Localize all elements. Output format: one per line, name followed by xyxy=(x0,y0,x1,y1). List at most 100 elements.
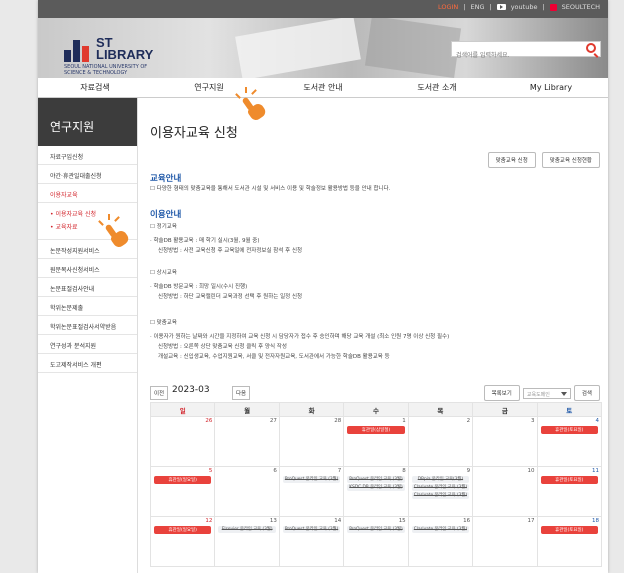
calendar-day-cell[interactable]: 26 xyxy=(149,416,216,467)
nav-my-library[interactable]: My Library xyxy=(494,78,608,97)
calendar-prev-button[interactable]: 이전 xyxy=(150,386,169,400)
sidebar-item-production-service[interactable]: 도고제작서비스 개편 xyxy=(38,354,137,373)
nav-library-about[interactable]: 도서관 소개 xyxy=(380,78,494,97)
calendar-day-cell[interactable]: 6 xyxy=(214,466,280,517)
sidebar-item-copy-service[interactable]: 원문복사신청서비스 xyxy=(38,259,137,278)
education-event[interactable]: Clarivate 온라인 교육 (3월) xyxy=(411,526,470,533)
search-input[interactable] xyxy=(452,48,580,63)
calendar-day-number: 5 xyxy=(208,468,213,474)
education-event[interactable]: KSDC DB 온라인 교육 (3월) xyxy=(347,484,405,491)
custom-education-apply-button[interactable]: 맞춤교육 신청 xyxy=(487,152,536,168)
calendar-day-number: 10 xyxy=(527,468,535,474)
education-domain-select[interactable]: 교육도메인 xyxy=(522,387,571,399)
education-event[interactable]: Clarivate 온라인 교육 (3월) xyxy=(411,484,470,491)
youtube-icon[interactable] xyxy=(496,4,506,10)
calendar-day-cell[interactable]: 13 Elsevier 온라인 교육 (3월) xyxy=(214,516,280,567)
youtube-link[interactable]: youtube xyxy=(511,3,538,11)
holiday-badge: 휴관일(토요일) xyxy=(540,476,598,484)
pointer-hand-icon-2 xyxy=(98,214,132,250)
regular-education-line1: · 학술DB 활용교육 : 매 학기 실시(3월, 9월 중) xyxy=(150,238,260,244)
education-event[interactable]: DBpia 온라인 교육(3월) xyxy=(411,476,470,483)
search-icon[interactable] xyxy=(586,43,596,53)
education-event[interactable]: ProQuest 온라인 교육 (3월) xyxy=(347,476,405,483)
sidebar-title: 연구지원 xyxy=(38,98,137,146)
top-utility-bar: LOGIN | ENG | youtube | SEOULTECH xyxy=(38,0,608,18)
sidebar-item-thesis-submit[interactable]: 학위논문제출 xyxy=(38,297,137,316)
calendar-day-cell[interactable]: 7 ProQuest 온라인 교육 (3월) xyxy=(278,466,345,517)
sidebar-item-purchase-request[interactable]: 자료구입신청 xyxy=(38,146,137,165)
calendar-day-cell[interactable]: 9 DBpia 온라인 교육(3월) Clarivate 온라인 교육 (3월) Cl… xyxy=(407,466,474,517)
sidebar-item-user-education[interactable]: 이용자교육 xyxy=(38,184,137,203)
calendar-day-number: 26 xyxy=(205,418,213,424)
calendar-day-cell[interactable]: 3 xyxy=(472,416,538,467)
holiday-badge: 휴관일(일요일) xyxy=(154,476,212,484)
ongoing-education-line1: · 학술DB 방문교육 : 희망 일시(수시 진행) xyxy=(150,284,248,290)
calendar-day-cell[interactable]: 1 휴관일(삼일절) xyxy=(343,416,409,467)
education-event[interactable]: ProQuest 온라인 교육 (3월) xyxy=(347,526,405,533)
eng-link[interactable]: ENG xyxy=(470,3,484,11)
calendar-weekdays: 일 월 화 수 목 금 토 xyxy=(149,402,603,417)
education-event[interactable]: ProQuest 온라인 교육 (3월) xyxy=(282,526,341,533)
calendar-day-cell[interactable]: 18 휴관일(토요일) xyxy=(536,516,603,567)
calendar-day-cell[interactable]: 10 xyxy=(472,466,538,517)
main-nav: 자료검색 연구지원 도서관 안내 도서관 소개 My Library xyxy=(38,78,608,98)
calendar-day-cell[interactable]: 17 xyxy=(472,516,538,567)
list-view-button[interactable]: 목록보기 xyxy=(483,385,520,401)
calendar-day-number: 15 xyxy=(398,518,406,524)
calendar-day-cell[interactable]: 11 휴관일(토요일) xyxy=(536,466,603,517)
calendar-week: 5 휴관일(일요일) 6 7 ProQuest 온라인 교육 (3월) 8 ProQuest… xyxy=(149,466,603,517)
calendar-month: 2023-03 xyxy=(172,385,210,395)
sidebar-item-night-loan[interactable]: 야간·휴관일대출신청 xyxy=(38,165,137,184)
banner-photo-laptop xyxy=(364,18,462,78)
custom-education-heading: ☐ 맞춤교육 xyxy=(150,320,177,326)
nav-library-guide[interactable]: 도서관 안내 xyxy=(266,78,380,97)
browser-page: LOGIN | ENG | youtube | SEOULTECH ST LIB… xyxy=(38,0,608,573)
calendar-day-number: 4 xyxy=(595,418,600,424)
calendar-day-cell[interactable]: 27 xyxy=(214,416,280,467)
action-buttons: 맞춤교육 신청 맞춤교육 신청현황 xyxy=(487,152,600,168)
header-banner: ST LIBRARY SEOUL NATIONAL UNIVERSITY OF … xyxy=(38,18,608,78)
regular-education-line2: 신청방법 : 사전 교육신청 후 교육일에 전자정보실 참석 후 신청 xyxy=(158,248,303,254)
seoultech-icon xyxy=(549,3,557,11)
calendar-day-cell[interactable]: 8 ProQuest 온라인 교육 (3월) KSDC DB 온라인 교육 (3월) xyxy=(343,466,409,517)
sidebar-item-plagiarism-guide[interactable]: 논문표절검사안내 xyxy=(38,278,137,297)
calendar-day-number: 14 xyxy=(334,518,342,524)
sidebar-item-research-analysis[interactable]: 연구성과 분석지원 xyxy=(38,335,137,354)
calendar-header: 이전 2023-03 다음 목록보기 교육도메인 검색 xyxy=(150,385,602,401)
weekday-mon: 월 xyxy=(214,402,280,417)
weekday-sun: 일 xyxy=(149,402,216,417)
education-event[interactable]: Clarivate 온라인 교육 (3월) xyxy=(411,492,470,499)
calendar-day-number: 17 xyxy=(527,518,535,524)
calendar-day-number: 9 xyxy=(466,468,471,474)
calendar-day-cell[interactable]: 12 휴관일(일요일) xyxy=(149,516,216,567)
calendar-next-button[interactable]: 다음 xyxy=(232,386,251,400)
sidebar-item-plagiarism-pledge[interactable]: 학위논문표절검사서약받음 xyxy=(38,316,137,335)
nav-search[interactable]: 자료검색 xyxy=(38,78,152,97)
seoultech-link[interactable]: SEOULTECH xyxy=(562,3,600,11)
calendar-body: 26 27 28 1 휴관일(삼일절) 2 3 4 휴관일(토요일) 5 휴관일(일요일) 6 7 Pro… xyxy=(149,416,603,567)
calendar-day-cell[interactable]: 4 휴관일(토요일) xyxy=(536,416,603,467)
education-event[interactable]: ProQuest 온라인 교육 (3월) xyxy=(282,476,341,483)
custom-education-line3: 개설교육 : 신입생교육, 수업지원교육, 서클 및 전자자원교육, 도서관에서… xyxy=(158,354,390,360)
calendar-day-number: 16 xyxy=(463,518,471,524)
calendar-day-cell[interactable]: 5 휴관일(일요일) xyxy=(149,466,216,517)
custom-education-status-button[interactable]: 맞춤교육 신청현황 xyxy=(541,152,600,168)
login-link[interactable]: LOGIN xyxy=(438,3,458,11)
education-event[interactable]: Elsevier 온라인 교육 (3월) xyxy=(218,526,276,533)
calendar-day-cell[interactable]: 2 xyxy=(407,416,474,467)
calendar-day-cell[interactable]: 15 ProQuest 온라인 교육 (3월) xyxy=(343,516,409,567)
ongoing-education-line2: 신청방법 : 하단 교육캘린더 교육과정 선택 후 원하는 일정 신청 xyxy=(158,294,303,300)
holiday-badge: 휴관일(삼일절) xyxy=(347,426,405,434)
weekday-tue: 화 xyxy=(278,402,345,417)
banner-photo-paper xyxy=(235,18,361,78)
calendar-day-cell[interactable]: 14 ProQuest 온라인 교육 (3월) xyxy=(278,516,345,567)
sidebar-sub-education-apply[interactable]: • 이용자교육 신청 xyxy=(38,207,137,220)
library-logo[interactable]: ST LIBRARY SEOUL NATIONAL UNIVERSITY OF … xyxy=(46,22,178,76)
custom-education-line2: 신청방법 : 오른쪽 상단 맞춤교육 신청 클릭 후 양식 작성 xyxy=(158,344,287,350)
logo-library: LIBRARY xyxy=(96,47,154,62)
logo-subtitle: SEOUL NATIONAL UNIVERSITY OF SCIENCE & T… xyxy=(64,64,184,76)
calendar-search-button[interactable]: 검색 xyxy=(573,385,600,401)
weekday-wed: 수 xyxy=(343,402,409,417)
calendar-day-cell[interactable]: 28 xyxy=(278,416,345,467)
calendar-day-cell[interactable]: 16 Clarivate 온라인 교육 (3월) xyxy=(407,516,474,567)
